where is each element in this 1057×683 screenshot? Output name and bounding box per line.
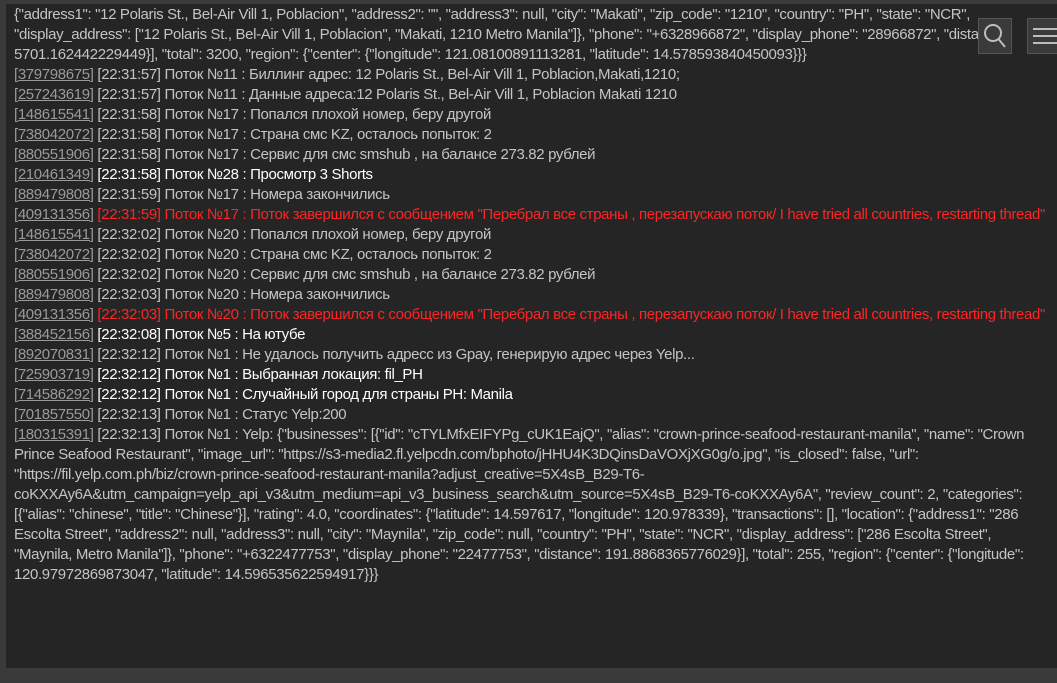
log-entry: [889479808] [22:32:03] Поток №20 : Номер… — [14, 285, 1049, 305]
log-entry-message: {"address1": "12 Polaris St., Bel-Air Vi… — [14, 6, 1011, 63]
search-button[interactable] — [978, 18, 1012, 54]
log-entry-id-link[interactable]: [180315391] — [14, 426, 94, 443]
log-entry: [738042072] [22:32:02] Поток №20 : Стран… — [14, 245, 1049, 265]
log-entry-id-link[interactable]: [725903719] — [14, 366, 94, 383]
log-entry-time: [22:31:59] — [97, 186, 161, 203]
log-entry-id-link[interactable]: [880551906] — [14, 266, 94, 283]
log-entry-message: Поток №1 : Выбранная локация: fil_PH — [164, 366, 423, 383]
log-entry-time: [22:32:08] — [97, 326, 161, 343]
log-entry: [379798675] [22:31:57] Поток №11 : Билли… — [14, 65, 1049, 85]
log-entry-message: Поток №5 : На ютубе — [164, 326, 306, 343]
log-entry-id-link[interactable]: [892070831] — [14, 346, 94, 363]
log-entry-id-link[interactable]: [388452156] — [14, 326, 94, 343]
log-entry-time: [22:32:02] — [97, 246, 161, 263]
log-entry: [880551906] [22:31:58] Поток №17 : Серви… — [14, 145, 1049, 165]
log-entry-id-link[interactable]: [880551906] — [14, 146, 94, 163]
log-entry: [738042072] [22:31:58] Поток №17 : Стран… — [14, 125, 1049, 145]
log-entry-id-link[interactable]: [379798675] — [14, 66, 94, 83]
log-entry-time: [22:31:58] — [97, 106, 161, 123]
log-entry: [880551906] [22:32:02] Поток №20 : Серви… — [14, 265, 1049, 285]
log-entry-message: Поток №1 : Yelp: {"businesses": [{"id": … — [14, 426, 1025, 583]
log-entry-time: [22:32:12] — [97, 386, 161, 403]
log-list: {"address1": "12 Polaris St., Bel-Air Vi… — [6, 4, 1057, 585]
log-entry-id-link[interactable]: [889479808] — [14, 286, 94, 303]
log-entry: [714586292] [22:32:12] Поток №1 : Случай… — [14, 385, 1049, 405]
log-entry-time: [22:32:12] — [97, 366, 161, 383]
log-entry-message: Поток №11 : Биллинг адрес: 12 Polaris St… — [164, 66, 680, 83]
log-entry: [210461349] [22:31:58] Поток №28 : Просм… — [14, 165, 1049, 185]
log-entry: [257243619] [22:31:57] Поток №11 : Данны… — [14, 85, 1049, 105]
log-entry-time: [22:32:03] — [97, 286, 161, 303]
log-entry-time: [22:31:57] — [97, 86, 161, 103]
log-entry-id-link[interactable]: [148615541] — [14, 106, 94, 123]
log-entry: [148615541] [22:31:58] Поток №17 : Попал… — [14, 105, 1049, 125]
log-entry-time: [22:32:13] — [97, 406, 161, 423]
log-entry: [701857550] [22:32:13] Поток №1 : Статус… — [14, 405, 1049, 425]
log-entry-id-link[interactable]: [738042072] — [14, 246, 94, 263]
log-entry: [409131356] [22:31:59] Поток №17 : Поток… — [14, 205, 1049, 225]
log-entry-id-link[interactable]: [409131356] — [14, 306, 94, 323]
log-entry-message: Поток №17 : Страна смс KZ, осталось попы… — [164, 126, 492, 143]
log-entry-time: [22:31:59] — [97, 206, 161, 223]
log-entry-id-link[interactable]: [701857550] — [14, 406, 94, 423]
log-entry-message: Поток №20 : Страна смс KZ, осталось попы… — [164, 246, 492, 263]
log-entry-message: Поток №1 : Не удалось получить адресс из… — [164, 346, 695, 363]
log-entry-id-link[interactable]: [738042072] — [14, 126, 94, 143]
log-entry-message: Поток №17 : Попался плохой номер, беру д… — [164, 106, 491, 123]
log-entry-message: Поток №1 : Случайный город для страны PH… — [164, 386, 513, 403]
log-entry: [889479808] [22:31:59] Поток №17 : Номер… — [14, 185, 1049, 205]
log-entry-message: Поток №20 : Номера закончились — [164, 286, 390, 303]
log-entry-time: [22:32:02] — [97, 226, 161, 243]
log-entry-id-link[interactable]: [210461349] — [14, 166, 94, 183]
hamburger-menu-icon — [1033, 28, 1057, 44]
log-entry-id-link[interactable]: [409131356] — [14, 206, 94, 223]
log-entry-message: Поток №20 : Поток завершился с сообщение… — [164, 306, 1045, 323]
log-entry-time: [22:32:13] — [97, 426, 161, 443]
log-entry-id-link[interactable]: [714586292] — [14, 386, 94, 403]
log-entry-time: [22:31:58] — [97, 126, 161, 143]
log-entry-time: [22:32:02] — [97, 266, 161, 283]
log-entry: [180315391] [22:32:13] Поток №1 : Yelp: … — [14, 425, 1049, 585]
log-entry-message: Поток №17 : Сервис для смс smshub , на б… — [164, 146, 596, 163]
search-icon — [984, 24, 1006, 48]
log-entry-message: Поток №17 : Поток завершился с сообщение… — [164, 206, 1045, 223]
log-entry: {"address1": "12 Polaris St., Bel-Air Vi… — [14, 5, 1049, 65]
log-entry-time: [22:31:57] — [97, 66, 161, 83]
menu-button[interactable] — [1027, 18, 1057, 54]
log-entry-id-link[interactable]: [148615541] — [14, 226, 94, 243]
log-entry-time: [22:32:03] — [97, 306, 161, 323]
log-entry-id-link[interactable]: [257243619] — [14, 86, 94, 103]
log-entry-time: [22:31:58] — [97, 166, 161, 183]
log-entry-message: Поток №20 : Попался плохой номер, беру д… — [164, 226, 491, 243]
log-entry-time: [22:31:58] — [97, 146, 161, 163]
log-entry: [409131356] [22:32:03] Поток №20 : Поток… — [14, 305, 1049, 325]
log-entry-message: Поток №17 : Номера закончились — [164, 186, 390, 203]
log-entry: [892070831] [22:32:12] Поток №1 : Не уда… — [14, 345, 1049, 365]
log-console: {"address1": "12 Polaris St., Bel-Air Vi… — [6, 4, 1057, 668]
log-entry-time: [22:32:12] — [97, 346, 161, 363]
log-entry-id-link[interactable]: [889479808] — [14, 186, 94, 203]
log-entry-message: Поток №20 : Сервис для смс smshub , на б… — [164, 266, 596, 283]
log-entry-message: Поток №28 : Просмотр 3 Shorts — [164, 166, 373, 183]
log-entry-message: Поток №11 : Данные адреса:12 Polaris St.… — [164, 86, 677, 103]
log-entry-message: Поток №1 : Статус Yelp:200 — [164, 406, 347, 423]
log-entry: [148615541] [22:32:02] Поток №20 : Попал… — [14, 225, 1049, 245]
log-entry: [388452156] [22:32:08] Поток №5 : На юту… — [14, 325, 1049, 345]
log-entry: [725903719] [22:32:12] Поток №1 : Выбран… — [14, 365, 1049, 385]
